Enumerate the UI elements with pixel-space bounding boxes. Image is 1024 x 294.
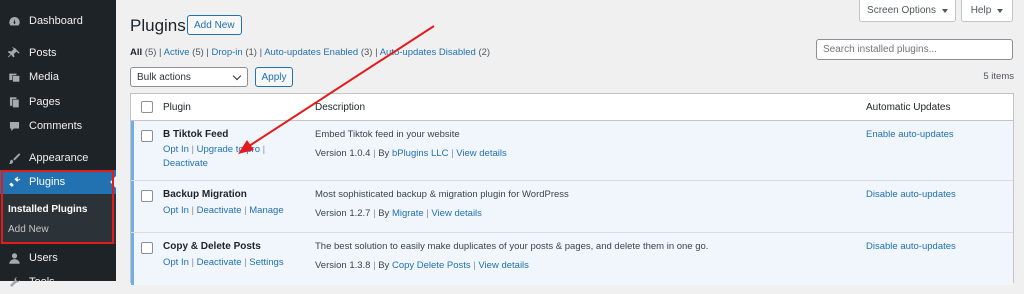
deactivate-link[interactable]: Deactivate bbox=[163, 158, 208, 169]
sidebar-item-dashboard[interactable]: Dashboard bbox=[0, 9, 116, 33]
sidebar-item-label: Posts bbox=[29, 47, 57, 59]
sidebar-item-posts[interactable]: Posts bbox=[0, 41, 116, 65]
sidebar-item-label: Tools bbox=[29, 276, 55, 288]
sidebar-item-tools[interactable]: Tools bbox=[0, 270, 116, 294]
plugin-description: The best solution to easily make duplica… bbox=[315, 241, 709, 252]
annotation-highlight-box bbox=[1, 170, 114, 244]
plugins-table: Plugin Description Automatic Updates B T… bbox=[130, 93, 1014, 285]
sidebar-item-media[interactable]: Media bbox=[0, 65, 116, 89]
filter-drop-in[interactable]: Drop-in bbox=[212, 47, 243, 58]
users-icon bbox=[7, 251, 21, 265]
tools-icon bbox=[7, 275, 21, 289]
filter-count: (3) bbox=[360, 47, 373, 58]
sidebar-item-label: Dashboard bbox=[29, 15, 83, 27]
row-checkbox[interactable] bbox=[141, 242, 153, 254]
filter-count: (5) bbox=[144, 47, 157, 58]
table-row: Copy & Delete Posts Opt In | Deactivate … bbox=[131, 233, 1013, 285]
sidebar-item-label: Media bbox=[29, 71, 59, 83]
screen-options-button[interactable]: Screen Options bbox=[859, 0, 956, 22]
plugin-meta: Version 1.3.8 | By Copy Delete Posts | V… bbox=[315, 260, 529, 271]
filter-count: (5) bbox=[192, 47, 204, 58]
plugin-name: Copy & Delete Posts bbox=[163, 241, 261, 252]
help-button[interactable]: Help bbox=[961, 0, 1013, 22]
settings-link[interactable]: Settings bbox=[249, 257, 283, 268]
add-new-button[interactable]: Add New bbox=[187, 15, 242, 35]
row-actions: Opt In | Deactivate | Settings bbox=[163, 257, 284, 268]
sidebar-item-label: Pages bbox=[29, 96, 61, 108]
sidebar-item-comments[interactable]: Comments bbox=[0, 114, 116, 138]
plugin-version: Version 1.3.8 bbox=[315, 260, 371, 271]
disable-auto-updates-link[interactable]: Disable auto-updates bbox=[866, 241, 956, 252]
bulk-actions-select[interactable]: Bulk actions bbox=[130, 67, 248, 87]
chevron-down-icon bbox=[941, 8, 948, 13]
plugin-meta: Version 1.2.7 | By Migrate | View detail… bbox=[315, 208, 482, 219]
plugin-description: Most sophisticated backup & migration pl… bbox=[315, 189, 569, 200]
author-link[interactable]: Copy Delete Posts bbox=[392, 260, 471, 271]
sidebar-item-label: Appearance bbox=[29, 152, 89, 164]
plugin-meta: Version 1.0.4 | By bPlugins LLC | View d… bbox=[315, 148, 507, 159]
brush-icon bbox=[7, 151, 21, 165]
by-label: By bbox=[378, 208, 390, 219]
bulk-actions-value: Bulk actions bbox=[137, 71, 191, 83]
column-header-plugin[interactable]: Plugin bbox=[163, 94, 191, 120]
page-title: Plugins bbox=[130, 16, 186, 35]
plugin-status-filters: All (5) | Active (5) | Drop-in (1) | Aut… bbox=[130, 47, 491, 58]
plugin-version: Version 1.0.4 bbox=[315, 148, 371, 159]
view-details-link[interactable]: View details bbox=[431, 208, 482, 219]
author-link[interactable]: bPlugins LLC bbox=[392, 148, 449, 159]
chevron-down-icon bbox=[232, 71, 242, 81]
enable-auto-updates-link[interactable]: Enable auto-updates bbox=[866, 129, 954, 140]
pin-icon bbox=[7, 46, 21, 60]
filter-all[interactable]: All bbox=[130, 47, 142, 58]
sidebar-item-pages[interactable]: Pages bbox=[0, 90, 116, 114]
filter-auto-updates-enabled[interactable]: Auto-updates Enabled bbox=[264, 47, 358, 58]
view-details-link[interactable]: View details bbox=[456, 148, 507, 159]
plugin-description: Embed Tiktok feed in your website bbox=[315, 129, 460, 140]
sidebar-item-label: Users bbox=[29, 252, 58, 264]
column-header-automatic-updates: Automatic Updates bbox=[866, 101, 951, 113]
row-actions: Opt In | Upgrade to pro | Deactivate bbox=[163, 144, 266, 169]
select-all-checkbox[interactable] bbox=[141, 101, 153, 113]
items-count: 5 items bbox=[983, 71, 1014, 82]
deactivate-link[interactable]: Deactivate bbox=[197, 257, 242, 268]
sidebar-item-users[interactable]: Users bbox=[0, 246, 116, 270]
screen-options-label: Screen Options bbox=[867, 5, 936, 16]
by-label: By bbox=[378, 148, 390, 159]
row-checkbox[interactable] bbox=[141, 190, 153, 202]
filter-count: (1) bbox=[245, 47, 257, 58]
opt-in-link[interactable]: Opt In bbox=[163, 144, 189, 155]
plugin-name: B Tiktok Feed bbox=[163, 129, 229, 140]
author-link[interactable]: Migrate bbox=[392, 208, 424, 219]
apply-button[interactable]: Apply bbox=[255, 67, 293, 87]
upgrade-to-pro-link[interactable]: Upgrade to pro bbox=[197, 144, 260, 155]
manage-link[interactable]: Manage bbox=[249, 205, 283, 216]
pages-icon bbox=[7, 95, 21, 109]
media-icon bbox=[7, 70, 21, 84]
filter-count: (2) bbox=[478, 47, 491, 58]
opt-in-link[interactable]: Opt In bbox=[163, 205, 189, 216]
dashboard-icon bbox=[7, 14, 21, 28]
filter-auto-updates-disabled[interactable]: Auto-updates Disabled bbox=[380, 47, 476, 58]
admin-sidebar: Dashboard Posts Media Pages Comments App… bbox=[0, 0, 116, 288]
sidebar-item-label: Comments bbox=[29, 120, 83, 132]
disable-auto-updates-link[interactable]: Disable auto-updates bbox=[866, 189, 956, 200]
chevron-down-icon bbox=[997, 8, 1004, 13]
search-input[interactable] bbox=[816, 39, 1013, 60]
view-details-link[interactable]: View details bbox=[478, 260, 529, 271]
plugin-name: Backup Migration bbox=[163, 189, 247, 200]
table-row: Backup Migration Opt In | Deactivate | M… bbox=[131, 181, 1013, 232]
plugin-version: Version 1.2.7 bbox=[315, 208, 371, 219]
opt-in-link[interactable]: Opt In bbox=[163, 257, 189, 268]
row-actions: Opt In | Deactivate | Manage bbox=[163, 205, 284, 216]
comment-icon bbox=[7, 119, 21, 133]
filter-active[interactable]: Active bbox=[164, 47, 190, 58]
column-header-description: Description bbox=[315, 101, 366, 113]
by-label: By bbox=[378, 260, 390, 271]
sidebar-item-appearance[interactable]: Appearance bbox=[0, 146, 116, 170]
row-checkbox[interactable] bbox=[141, 130, 153, 142]
table-row: B Tiktok Feed Opt In | Upgrade to pro | … bbox=[131, 121, 1013, 180]
help-label: Help bbox=[970, 5, 992, 16]
deactivate-link[interactable]: Deactivate bbox=[197, 205, 242, 216]
